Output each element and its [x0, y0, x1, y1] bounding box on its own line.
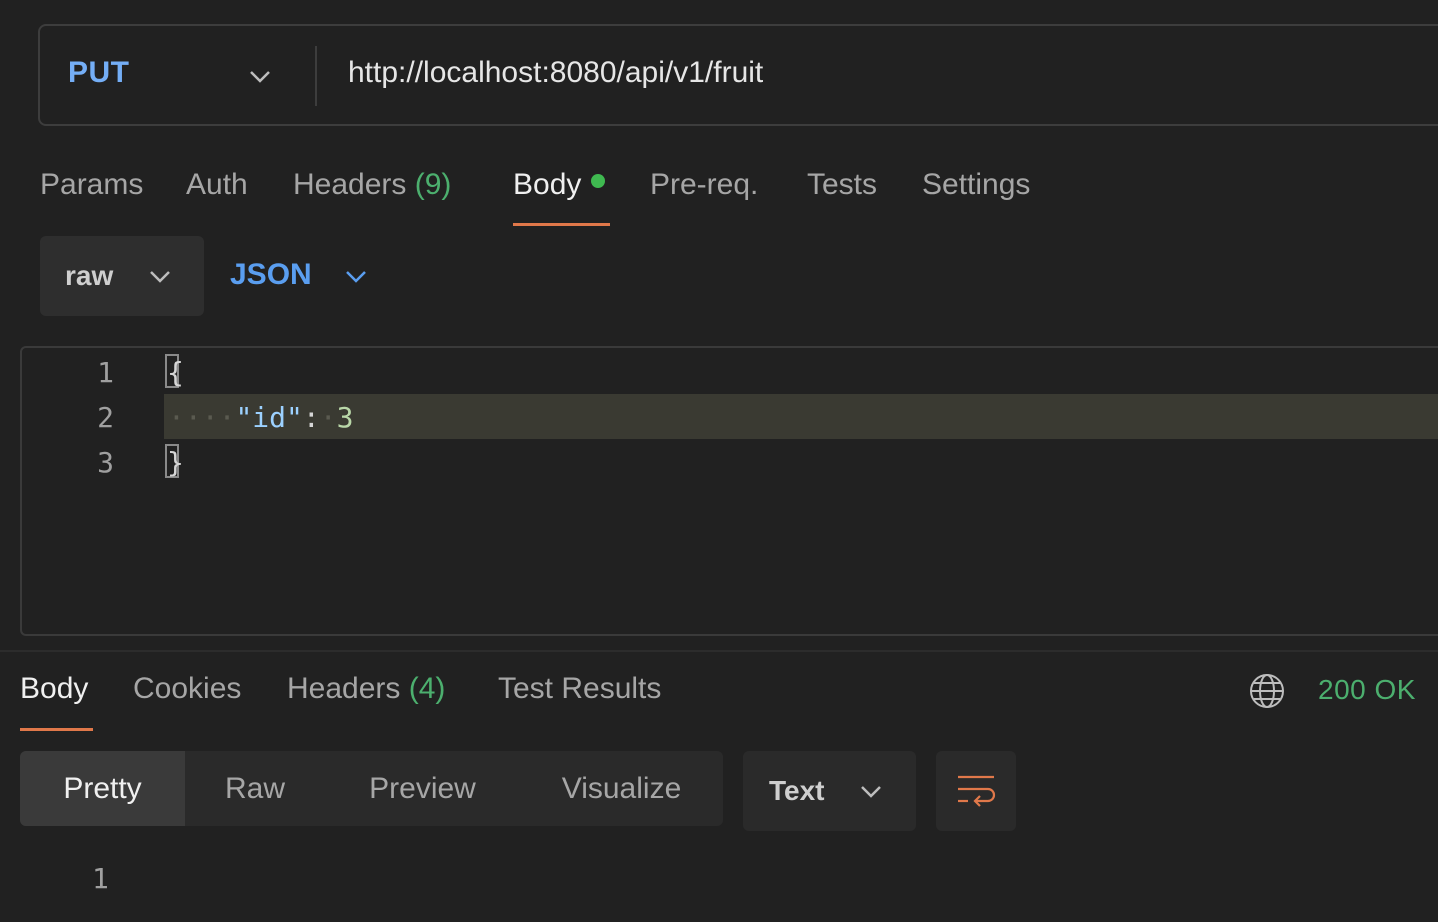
response-format-label: Text [769, 775, 825, 806]
tab-label: Test Results [498, 672, 662, 705]
json-value: 3 [336, 401, 354, 434]
postman-request-view: PUT Params Auth Headers (9) Body Pre-req… [0, 0, 1438, 922]
view-mode-segment: Pretty Raw Preview Visualize [20, 751, 723, 826]
response-tab-cookies[interactable]: Cookies [133, 672, 241, 706]
view-mode-pretty[interactable]: Pretty [20, 751, 185, 826]
editor-gutter: 1 2 3 [22, 348, 114, 634]
chevron-down-icon [861, 786, 881, 798]
line-number: 1 [97, 356, 114, 389]
method-select[interactable]: PUT [40, 26, 315, 124]
view-mode-label: Raw [224, 772, 285, 805]
tab-label: Body [20, 672, 89, 705]
response-status[interactable]: 200 OK [1318, 674, 1416, 706]
active-tab-indicator [513, 223, 610, 226]
wrap-lines-icon [958, 775, 996, 807]
tab-label: Pre-req. [650, 168, 759, 201]
response-headers-count: (4) [408, 672, 446, 705]
globe-icon[interactable] [1248, 672, 1286, 710]
response-tab-test-results[interactable]: Test Results [498, 672, 661, 706]
tab-label: Cookies [133, 672, 242, 705]
view-mode-label: Visualize [561, 772, 682, 805]
response-divider [0, 650, 1438, 652]
view-mode-label: Preview [369, 772, 476, 805]
tab-label: Body [513, 168, 582, 201]
chevron-down-icon [346, 271, 366, 283]
tab-pre-request[interactable]: Pre-req. [650, 168, 758, 202]
headers-count: (9) [414, 168, 452, 201]
chevron-down-icon [250, 71, 270, 83]
url-divider [315, 46, 317, 106]
tab-auth[interactable]: Auth [186, 168, 248, 202]
response-tab-headers[interactable]: Headers (4) [287, 672, 445, 706]
view-mode-preview[interactable]: Preview [325, 751, 520, 826]
chevron-down-icon [150, 271, 170, 283]
space-dot: · [319, 401, 337, 434]
wrap-lines-button[interactable] [936, 751, 1016, 831]
tab-body[interactable]: Body [513, 168, 606, 202]
request-url-bar: PUT [38, 24, 1438, 126]
view-mode-raw[interactable]: Raw [185, 751, 325, 826]
request-body-editor[interactable]: 1 2 3 { ····"id":·3 } [20, 346, 1438, 636]
response-tab-body[interactable]: Body [20, 672, 88, 706]
url-input[interactable] [348, 56, 1398, 90]
code-line: ····"id":·3 [168, 401, 353, 434]
tab-label: Settings [922, 168, 1031, 201]
tab-label: Headers [293, 168, 407, 201]
response-format-select[interactable]: Text [743, 751, 916, 831]
tab-label: Headers [287, 672, 401, 705]
response-line-number: 1 [92, 862, 109, 895]
close-brace: } [165, 444, 184, 479]
json-colon: : [302, 401, 320, 434]
line-number: 3 [97, 446, 114, 479]
tab-params[interactable]: Params [40, 168, 143, 202]
json-key: "id" [235, 401, 303, 434]
tab-label: Auth [186, 168, 248, 201]
tab-headers[interactable]: Headers (9) [293, 168, 451, 202]
indent-dots: ···· [168, 401, 236, 434]
active-line-highlight [164, 394, 1438, 439]
view-mode-visualize[interactable]: Visualize [520, 751, 723, 826]
open-brace: { [165, 354, 184, 389]
tab-label: Tests [807, 168, 878, 201]
method-label: PUT [68, 56, 130, 89]
line-number: 2 [97, 401, 114, 434]
body-language-label: JSON [230, 258, 312, 291]
body-modified-dot [591, 174, 606, 188]
view-mode-label: Pretty [63, 772, 142, 805]
active-tab-indicator [20, 728, 93, 731]
tab-label: Params [40, 168, 144, 201]
tab-settings[interactable]: Settings [922, 168, 1030, 202]
body-mode-label: raw [65, 260, 114, 291]
body-mode-select[interactable]: raw [40, 236, 204, 316]
tab-tests[interactable]: Tests [807, 168, 877, 202]
